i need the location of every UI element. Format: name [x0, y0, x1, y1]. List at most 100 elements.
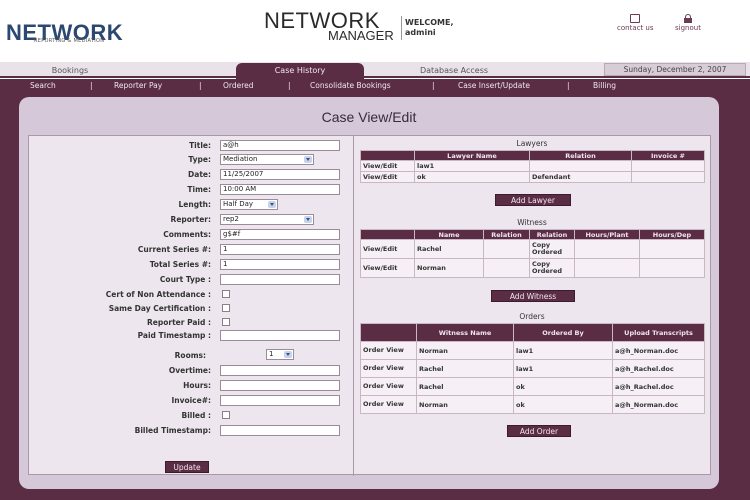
- paid-timestamp-label: Paid Timestamp :: [137, 331, 211, 340]
- reporter-paid-label: Reporter Paid :: [147, 318, 211, 327]
- chevron-down-icon: [304, 216, 312, 223]
- cert-non-attendance-label: Cert of Non Attendance :: [105, 290, 211, 299]
- chevron-down-icon: [304, 156, 312, 163]
- order-view-link[interactable]: Order View: [360, 359, 417, 378]
- title-input[interactable]: a@h: [220, 140, 340, 151]
- transcript-file-link[interactable]: a@h_Norman.doc: [612, 341, 705, 360]
- subnav-separator: |: [432, 81, 435, 90]
- order-view-link[interactable]: Order View: [360, 377, 417, 396]
- comments-label: Comments:: [163, 230, 211, 239]
- add-lawyer-button[interactable]: Add Lawyer: [495, 194, 571, 206]
- length-select[interactable]: Half Day: [220, 199, 278, 210]
- time-input[interactable]: 10:00 AM: [220, 184, 340, 195]
- table-row: Order View Norman ok a@h_Norman.doc: [360, 395, 705, 414]
- transcript-file-link[interactable]: a@h_Rachel.doc: [612, 359, 705, 378]
- welcome-username: admini: [405, 28, 436, 37]
- witness-name-cell: Norman: [416, 395, 514, 414]
- hours-plant-cell: [574, 239, 640, 259]
- transcript-file-link[interactable]: a@h_Rachel.doc: [612, 377, 705, 396]
- reporter-paid-checkbox[interactable]: [222, 318, 230, 326]
- copy-status-cell: Copy Ordered: [529, 258, 575, 278]
- lawyer-name-cell: law1: [414, 160, 530, 172]
- transcript-file-link[interactable]: a@h_Norman.doc: [612, 395, 705, 414]
- subnav-consolidate-bookings[interactable]: Consolidate Bookings: [310, 79, 391, 93]
- rooms-select[interactable]: 1: [266, 349, 294, 360]
- type-label: Type:: [188, 155, 211, 164]
- comments-input[interactable]: g$#f: [220, 229, 340, 240]
- subnav-case-insert-update[interactable]: Case Insert/Update: [458, 79, 530, 93]
- current-date-display: Sunday, December 2, 2007: [604, 63, 746, 76]
- case-form: Title: a@h Type: Mediation Date: 11/25/2…: [28, 135, 711, 476]
- witness-name-cell: Norman: [416, 341, 514, 360]
- witness-name-cell: Rachel: [416, 377, 514, 396]
- ordered-by-cell: law1: [513, 341, 613, 360]
- ordered-by-cell: ok: [513, 377, 613, 396]
- type-select[interactable]: Mediation: [220, 154, 314, 165]
- witness-name-cell: Rachel: [416, 359, 514, 378]
- view-edit-link[interactable]: View/Edit: [360, 239, 415, 259]
- hours-input[interactable]: [220, 380, 340, 391]
- current-series-input[interactable]: 1: [220, 244, 340, 255]
- add-order-button[interactable]: Add Order: [507, 425, 571, 437]
- view-edit-link[interactable]: View/Edit: [360, 258, 415, 278]
- signout-link[interactable]: signout: [675, 14, 701, 32]
- update-button[interactable]: Update: [165, 461, 209, 473]
- rooms-select-value: 1: [269, 350, 274, 358]
- paid-timestamp-input[interactable]: [220, 330, 340, 341]
- billed-checkbox[interactable]: [222, 411, 230, 419]
- invoice-label: Invoice#:: [171, 396, 211, 405]
- column-header: Upload Transcripts: [612, 323, 705, 342]
- cert-non-attendance-checkbox[interactable]: [222, 290, 230, 298]
- table-row: View/Edit ok Defendant: [360, 171, 705, 183]
- total-series-input[interactable]: 1: [220, 259, 340, 270]
- copy-status-cell: Copy Ordered: [529, 239, 575, 259]
- view-edit-link[interactable]: View/Edit: [360, 160, 415, 172]
- invoice-input[interactable]: [220, 395, 340, 406]
- tab-case-history[interactable]: Case History: [236, 63, 364, 79]
- case-view-panel: Case View/Edit Title: a@h Type: Mediatio…: [19, 97, 719, 489]
- witness-name-cell: Rachel: [414, 239, 484, 259]
- column-header: Witness Name: [416, 323, 514, 342]
- tab-bookings[interactable]: Bookings: [20, 64, 120, 78]
- subnav-reporter-pay[interactable]: Reporter Pay: [114, 79, 162, 93]
- ordered-by-cell: law1: [513, 359, 613, 378]
- sub-navigation: Search | Reporter Pay | Ordered | Consol…: [0, 79, 750, 93]
- subnav-separator: |: [199, 81, 202, 90]
- add-witness-button[interactable]: Add Witness: [491, 290, 575, 302]
- column-header: Relation: [529, 229, 575, 240]
- subnav-separator: |: [567, 81, 570, 90]
- witness-section-title: Witness: [517, 218, 547, 227]
- column-header: [360, 323, 417, 342]
- tab-database-access[interactable]: Database Access: [390, 64, 518, 78]
- subnav-search[interactable]: Search: [30, 79, 56, 93]
- table-row: View/Edit law1: [360, 160, 705, 172]
- welcome-divider: [401, 16, 402, 40]
- overtime-input[interactable]: [220, 365, 340, 376]
- subnav-billing[interactable]: Billing: [593, 79, 616, 93]
- billed-timestamp-input[interactable]: [220, 425, 340, 436]
- relation-cell: [529, 160, 632, 172]
- hours-dep-cell: [639, 258, 705, 278]
- table-header-row: Lawyer Name Relation Invoice #: [360, 150, 705, 161]
- reporter-select[interactable]: rep2: [220, 214, 314, 225]
- subnav-separator: |: [90, 81, 93, 90]
- title-label: Title:: [189, 141, 211, 150]
- page-title: Case View/Edit: [321, 109, 417, 125]
- table-row: Order View Rachel law1 a@h_Rachel.doc: [360, 359, 705, 378]
- welcome-block: WELCOME, admini: [401, 16, 454, 40]
- court-type-label: Court Type :: [159, 275, 211, 284]
- column-divider: [353, 136, 354, 476]
- column-header: Lawyer Name: [414, 150, 530, 161]
- order-view-link[interactable]: Order View: [360, 341, 417, 360]
- view-edit-link[interactable]: View/Edit: [360, 171, 415, 183]
- court-type-input[interactable]: [220, 274, 340, 285]
- orders-table: Witness Name Ordered By Upload Transcrip…: [360, 323, 705, 414]
- contact-us-link[interactable]: contact us: [617, 14, 654, 32]
- rooms-label: Rooms:: [174, 351, 206, 360]
- same-day-cert-checkbox[interactable]: [222, 304, 230, 312]
- table-row: Order View Rachel ok a@h_Rachel.doc: [360, 377, 705, 396]
- subnav-ordered[interactable]: Ordered: [223, 79, 254, 93]
- length-label: Length:: [178, 200, 212, 209]
- order-view-link[interactable]: Order View: [360, 395, 417, 414]
- date-input[interactable]: 11/25/2007: [220, 169, 340, 180]
